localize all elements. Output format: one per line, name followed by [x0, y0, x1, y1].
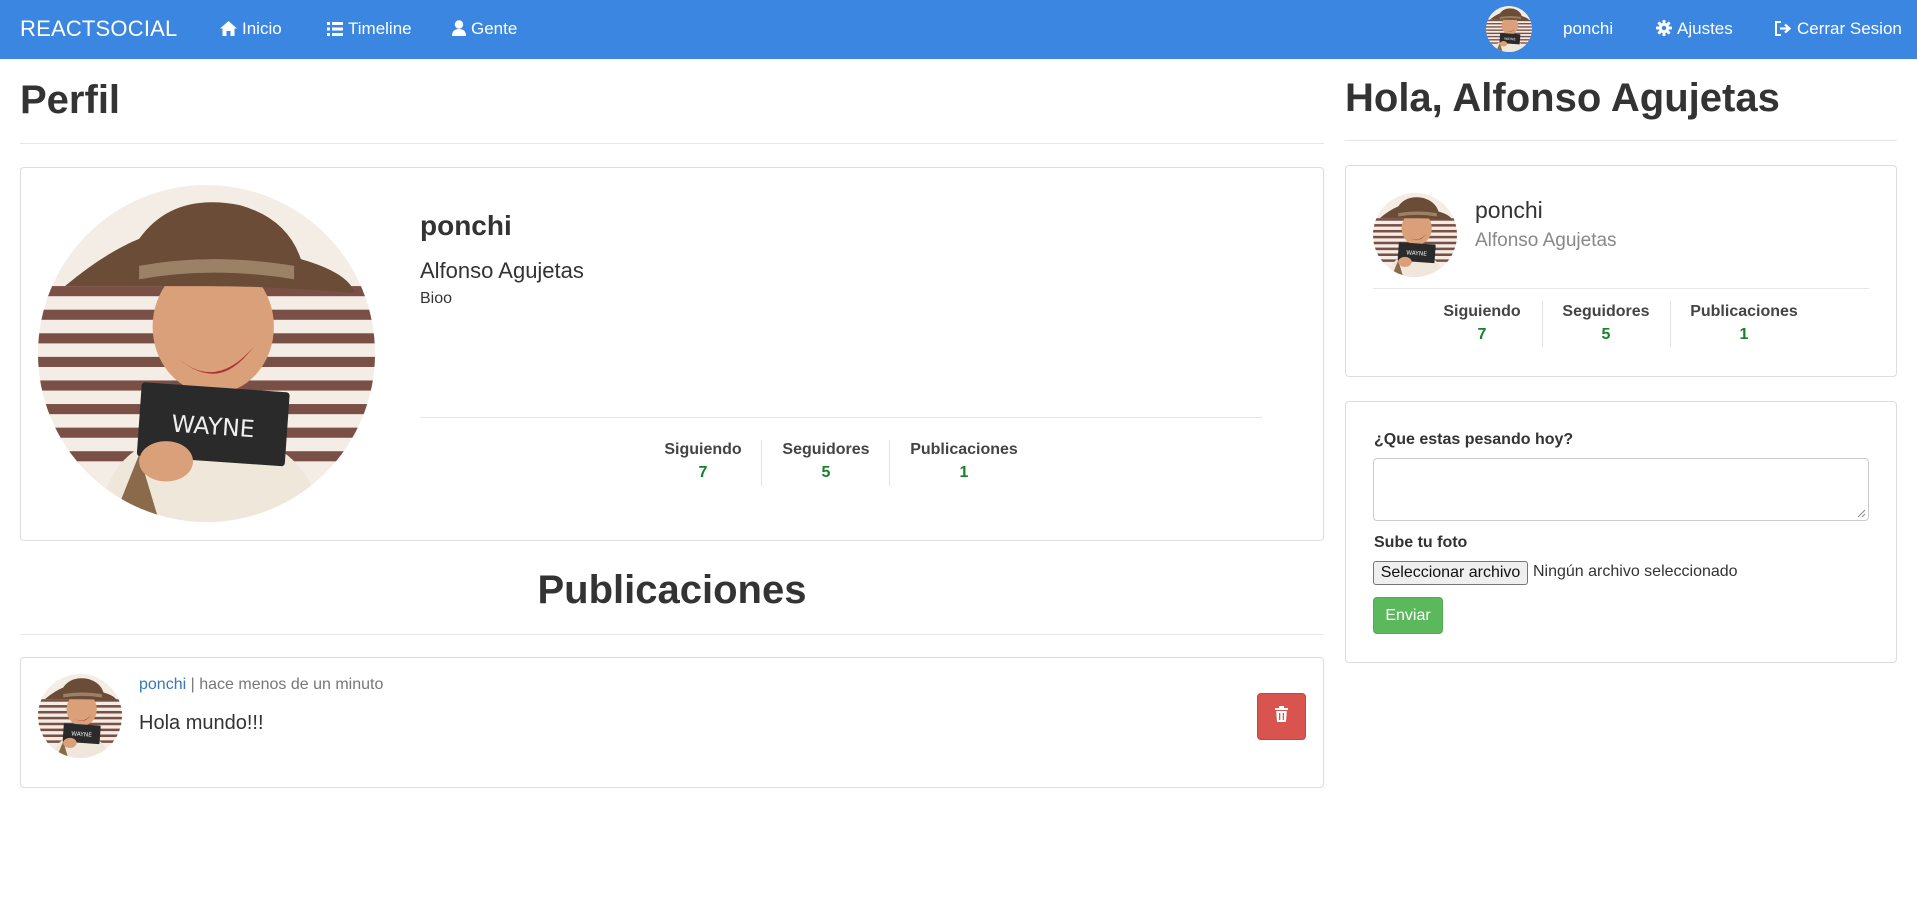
list-icon — [327, 2, 343, 59]
stat-label: Seguidores — [1562, 303, 1650, 320]
post-text-label: ¿Que estas pesando hoy? — [1374, 431, 1574, 448]
stat-value: 5 — [821, 464, 831, 481]
stat-separator — [1542, 301, 1543, 347]
stat-value: 5 — [1601, 326, 1611, 343]
stat-value: 1 — [959, 464, 969, 481]
post-text: Hola mundo!!! — [139, 712, 264, 734]
delete-post-button[interactable] — [1257, 693, 1306, 740]
user-icon — [452, 2, 466, 59]
stat-label: Seguidores — [782, 441, 870, 458]
profile-fullname: Alfonso Agujetas — [420, 258, 584, 283]
nav-logout-label: Cerrar Sesion — [1797, 19, 1902, 38]
nav-avatar[interactable] — [1486, 6, 1532, 52]
choose-file-button[interactable]: Seleccionar archivo — [1373, 561, 1528, 585]
posts-section-title: Publicaciones — [537, 568, 807, 612]
nav-gente-label: Gente — [471, 19, 518, 38]
file-status-text: Ningún archivo seleccionado — [1533, 563, 1738, 580]
profile-bio: Bioo — [420, 290, 453, 307]
nav-timeline-label: Timeline — [348, 19, 412, 38]
stat-seguidores[interactable]: Seguidores 5 — [770, 441, 882, 482]
post-meta: ponchi | hace menos de un minuto — [139, 676, 383, 694]
photo-label: Sube tu foto — [1374, 534, 1468, 551]
brand-link[interactable]: REACTSOCIAL — [20, 0, 177, 59]
sidebar-divider — [1373, 288, 1869, 289]
divider — [1345, 140, 1897, 141]
stat-separator — [1670, 301, 1671, 347]
post-meta-separator: | — [190, 676, 200, 693]
profile-avatar — [38, 185, 375, 522]
stat-value: 7 — [1477, 326, 1487, 343]
profile-divider — [420, 417, 1262, 418]
nav-inicio-label: Inicio — [242, 19, 282, 38]
stat-separator — [761, 440, 762, 486]
nav-ajustes-label: Ajustes — [1677, 19, 1733, 38]
stat-publicaciones[interactable]: Publicaciones 1 — [898, 441, 1030, 482]
profile-username: ponchi — [420, 210, 512, 241]
stat-label: Siguiendo — [664, 441, 742, 458]
top-navbar: REACTSOCIAL Inicio Timeline Gente ponchi… — [0, 0, 1917, 59]
sidebar-stat-siguiendo[interactable]: Siguiendo 7 — [1431, 303, 1533, 344]
stat-label: Siguiendo — [1443, 303, 1521, 320]
divider — [20, 634, 1324, 635]
stat-label: Publicaciones — [910, 441, 1018, 458]
stat-label: Publicaciones — [1690, 303, 1798, 320]
trash-icon — [1275, 706, 1288, 727]
home-icon — [220, 2, 237, 59]
sidebar-stat-publicaciones[interactable]: Publicaciones 1 — [1678, 303, 1810, 344]
post-avatar — [38, 674, 122, 758]
post-textarea[interactable] — [1373, 458, 1869, 521]
stat-separator — [889, 440, 890, 486]
submit-post-button[interactable]: Enviar — [1373, 597, 1443, 634]
sign-out-icon — [1775, 2, 1792, 59]
post-author-link[interactable]: ponchi — [139, 676, 186, 693]
divider — [20, 143, 1324, 144]
nav-logout[interactable]: Cerrar Sesion — [1775, 0, 1902, 59]
nav-timeline[interactable]: Timeline — [327, 0, 412, 59]
stat-value: 1 — [1739, 326, 1749, 343]
page-title: Perfil — [20, 78, 121, 122]
nav-ajustes[interactable]: Ajustes — [1656, 0, 1733, 59]
nav-inicio[interactable]: Inicio — [220, 0, 282, 59]
nav-gente[interactable]: Gente — [452, 0, 517, 59]
stat-siguiendo[interactable]: Siguiendo 7 — [652, 441, 754, 482]
greeting-title: Hola, Alfonso Agujetas — [1345, 76, 1780, 120]
sidebar-fullname: Alfonso Agujetas — [1475, 230, 1617, 251]
sidebar-avatar — [1373, 193, 1457, 277]
resize-grip-icon[interactable] — [1856, 508, 1866, 518]
nav-username[interactable]: ponchi — [1563, 0, 1613, 59]
sidebar-stat-seguidores[interactable]: Seguidores 5 — [1550, 303, 1662, 344]
sidebar-username[interactable]: ponchi — [1475, 197, 1543, 224]
stat-value: 7 — [698, 464, 708, 481]
gear-icon — [1656, 2, 1672, 59]
post-timestamp: hace menos de un minuto — [199, 676, 384, 693]
